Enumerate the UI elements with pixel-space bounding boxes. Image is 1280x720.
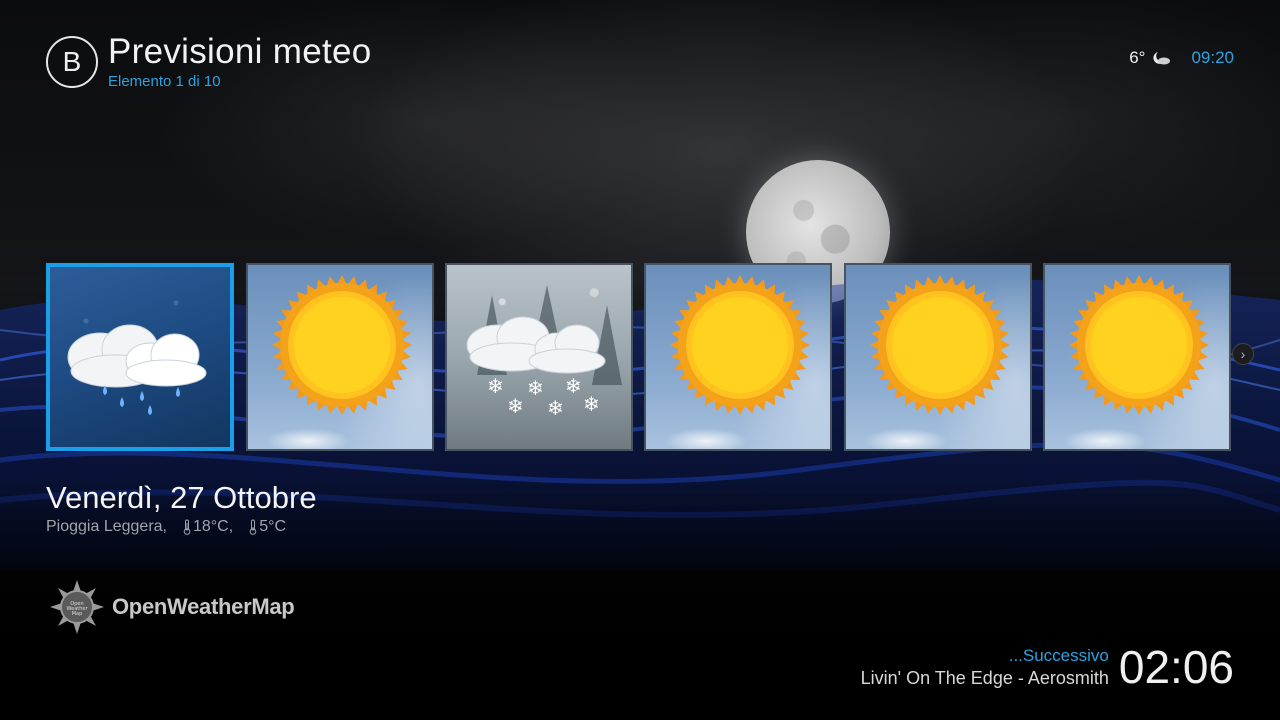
sun-icon <box>272 275 412 415</box>
low-temperature: 5°C <box>259 518 287 535</box>
track-title: Livin' On The Edge - Aerosmith <box>860 667 1109 688</box>
sun-icon <box>670 275 810 415</box>
high-temperature: 18°C, <box>192 518 234 535</box>
forecast-tile-3[interactable]: ❄ ❄ ❄ ❄ ❄ ❄ <box>445 263 633 451</box>
chevron-right-icon[interactable]: › <box>1232 343 1254 365</box>
svg-text:❄: ❄ <box>507 394 524 418</box>
rain-cloud-icon <box>67 324 207 415</box>
forecast-tile-6[interactable] <box>1043 263 1231 451</box>
svg-text:❄: ❄ <box>487 374 504 398</box>
forecast-tile-5[interactable] <box>844 263 1032 451</box>
status-bar: 6° 09:20 <box>1129 48 1234 68</box>
current-temperature: 6° <box>1129 48 1146 67</box>
forecast-tile-4[interactable] <box>644 263 832 451</box>
moon-cloud-icon <box>1153 52 1171 65</box>
header: B Previsioni meteo Elemento 1 di 10 <box>46 34 372 90</box>
provider-name: OpenWeatherMap <box>112 594 295 619</box>
sun-icon <box>870 275 1010 415</box>
thermometer-low-icon <box>249 519 257 535</box>
forecast-tile-2[interactable] <box>246 263 434 451</box>
thermometer-high-icon <box>183 519 191 535</box>
forecast-tile-1[interactable] <box>46 263 234 451</box>
selected-day-title: Venerdì, 27 Ottobre <box>46 480 317 515</box>
provider-logo: Open Weather Map OpenWeatherMap <box>48 578 295 636</box>
forecast-strip: ❄ ❄ ❄ ❄ ❄ ❄ <box>46 263 1236 453</box>
now-playing-text: ...Successivo Livin' On The Edge - Aeros… <box>861 646 1109 689</box>
item-counter: Elemento 1 di 10 <box>108 73 221 90</box>
svg-text:❄: ❄ <box>547 396 564 420</box>
sun-icon <box>1069 275 1209 415</box>
svg-text:Map: Map <box>72 611 83 617</box>
svg-text:❄: ❄ <box>565 374 582 398</box>
svg-text:❄: ❄ <box>527 376 544 400</box>
svg-text:❄: ❄ <box>583 392 600 416</box>
selected-day-info: Pioggia Leggera, 18°C, 5°C <box>46 518 286 536</box>
app-logo-icon[interactable]: B <box>46 36 98 88</box>
now-playing: ...Successivo Livin' On The Edge - Aeros… <box>861 644 1234 690</box>
title-block: Previsioni meteo Elemento 1 di 10 <box>108 34 372 90</box>
weather-description: Pioggia Leggera, <box>46 518 167 535</box>
clock: 09:20 <box>1191 48 1234 67</box>
playback-time: 02:06 <box>1118 641 1234 693</box>
openweathermap-logo-icon: Open Weather Map <box>50 580 104 634</box>
next-label: ...Successivo <box>1008 645 1109 665</box>
page-title: Previsioni meteo <box>108 32 372 71</box>
snow-cloud-icon: ❄ ❄ ❄ ❄ ❄ ❄ <box>466 285 622 420</box>
